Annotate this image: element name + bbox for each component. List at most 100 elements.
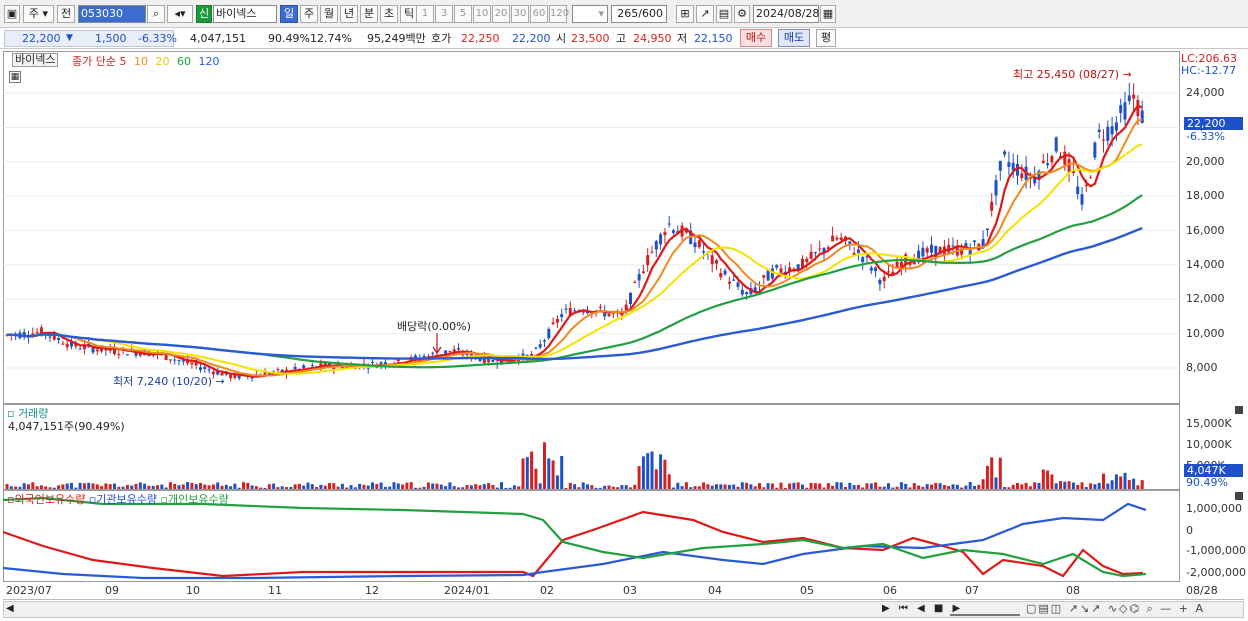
volume-bar	[822, 487, 826, 489]
volume-bar	[1093, 484, 1097, 489]
stock-code-input[interactable]: 053030	[78, 5, 146, 23]
volume-bar	[121, 486, 125, 489]
interval-button-120[interactable]: 120	[549, 5, 569, 23]
price-chart[interactable]	[3, 51, 1180, 404]
volume-bar	[452, 486, 456, 489]
candle-body	[663, 232, 667, 236]
volume-bar	[263, 487, 267, 489]
sell-button[interactable]: 매도	[778, 29, 810, 47]
volume-bar	[319, 484, 323, 489]
period-button-4[interactable]: 분	[360, 5, 378, 23]
period-button-1[interactable]: 주	[300, 5, 318, 23]
x-axis-label: 02	[540, 584, 554, 597]
x-axis-label: 09	[105, 584, 119, 597]
volume-value: 4,047,151	[190, 32, 246, 45]
candle-body	[727, 281, 731, 284]
volume-bar	[676, 482, 680, 489]
candle-body	[973, 240, 976, 243]
buy-button[interactable]: 매수	[740, 29, 772, 47]
mode-button[interactable]: 전	[57, 5, 75, 23]
candle-body	[1114, 122, 1118, 131]
candle-body	[766, 270, 770, 281]
volume-bar	[590, 485, 594, 489]
candle-body	[1046, 163, 1050, 166]
layout-icon[interactable]: ▣	[4, 5, 20, 23]
draw-tools[interactable]: ▢▤◫ ↗↘↗ ∿◇⌬ ⌕ — + A	[1026, 602, 1205, 616]
gear-icon[interactable]: ⚙	[734, 5, 750, 23]
high-label: 고	[616, 32, 627, 45]
volume-bar	[594, 487, 598, 489]
period-button-5[interactable]: 초	[380, 5, 398, 23]
search-icon[interactable]: ⌕	[147, 5, 165, 23]
volume-bar	[233, 483, 237, 489]
price-ytick: 16,000	[1186, 223, 1225, 237]
volume-bar	[366, 485, 370, 489]
candle-body	[1076, 186, 1080, 195]
interval-button-60[interactable]: 60	[530, 5, 548, 23]
current-price-tag: 22,200	[1184, 117, 1243, 130]
interval-button-10[interactable]: 10	[473, 5, 491, 23]
volume-bar	[242, 482, 245, 489]
volume-bar	[461, 487, 465, 489]
volume-bar	[672, 487, 675, 489]
period-type-select[interactable]: 주 ▾	[23, 5, 54, 23]
volume-bar	[942, 485, 946, 489]
x-axis-label: 05	[800, 584, 814, 597]
volume-bar	[547, 458, 551, 489]
volume-bar	[818, 483, 822, 489]
calendar-icon[interactable]: ▦	[820, 5, 836, 23]
interval-button-20[interactable]: 20	[492, 5, 510, 23]
stock-name-field[interactable]: 바이넥스	[213, 5, 277, 23]
volume-bar	[770, 483, 774, 489]
legend-ma60: 60	[176, 55, 191, 68]
chart-type-icon[interactable]: ⊞	[676, 5, 694, 23]
panel-close-icon[interactable]	[1235, 406, 1243, 414]
interval-custom-select[interactable]: ▾	[572, 5, 608, 23]
period-button-2[interactable]: 월	[320, 5, 338, 23]
avg-button[interactable]: 평	[816, 29, 836, 47]
volume-bar	[689, 487, 693, 489]
volume-bar	[543, 442, 546, 489]
zoom-slider[interactable]	[950, 604, 1020, 616]
candle-body	[994, 180, 998, 196]
volume-bar	[414, 487, 417, 489]
draw-tool-icon[interactable]: ↗	[696, 5, 714, 23]
scroll-left-icon[interactable]: ◀	[6, 603, 14, 614]
count-field[interactable]: 265/600	[611, 5, 667, 23]
change-pct: -6.33%	[138, 32, 177, 45]
volume-bar	[332, 483, 336, 489]
candle-body	[740, 289, 744, 295]
candle-body	[629, 292, 632, 305]
volume-chart[interactable]	[3, 404, 1180, 490]
volume-bar	[925, 484, 929, 489]
candle-body	[998, 160, 1002, 171]
volume-bar	[302, 485, 306, 489]
volume-bar	[1089, 483, 1093, 489]
volume-bar	[289, 487, 293, 489]
save-icon[interactable]: ▤	[716, 5, 732, 23]
interval-button-5[interactable]: 5	[454, 5, 472, 23]
volume-bar	[48, 487, 52, 489]
volume-bar	[280, 486, 284, 489]
candle-body	[551, 322, 555, 324]
interval-button-1[interactable]: 1	[416, 5, 434, 23]
volume-bar	[31, 482, 35, 489]
interval-button-30[interactable]: 30	[511, 5, 529, 23]
table-icon[interactable]: ▦	[9, 71, 21, 83]
x-axis-label: 2024/01	[444, 584, 490, 597]
volume-bar	[70, 482, 73, 489]
candle-body	[125, 354, 129, 356]
panel-close-icon-2[interactable]	[1235, 492, 1243, 500]
period-button-3[interactable]: 년	[340, 5, 358, 23]
stock-name-tag: 바이넥스	[12, 53, 59, 67]
volume-bar	[1132, 478, 1136, 489]
volume-bar	[568, 482, 572, 489]
interval-button-3[interactable]: 3	[435, 5, 453, 23]
volume-bar	[895, 486, 899, 489]
date-field[interactable]: 2024/08/28	[753, 5, 819, 23]
holdings-ytick: -2,000,000	[1186, 566, 1246, 579]
volume-bar	[917, 485, 921, 489]
period-button-0[interactable]: 일	[280, 5, 298, 23]
volume-bar	[899, 482, 903, 489]
speaker-icon[interactable]: ◂▾	[167, 5, 193, 23]
